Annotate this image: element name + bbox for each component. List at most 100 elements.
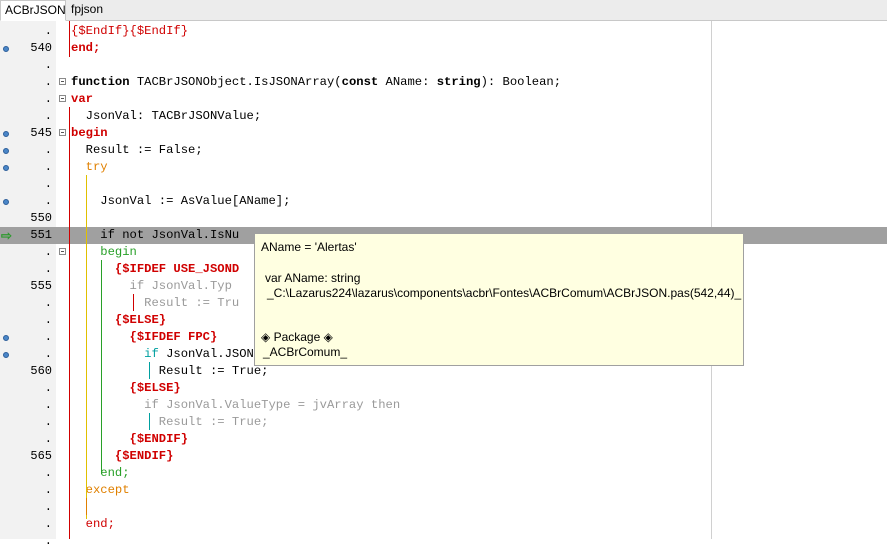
line-number: . [44,24,52,38]
code-text[interactable]: Result := False; [71,142,203,159]
code-text[interactable]: var [71,91,93,108]
code-token: ): Boolean; [480,75,562,89]
fold-toggle-inner-begin[interactable] [59,248,66,255]
code-line[interactable]: 545 begin [0,125,887,142]
code-text[interactable]: begin [71,244,137,261]
editor-tab-bar: ACBrJSON fpjson [0,0,887,21]
fold-toggle-function[interactable] [59,78,66,85]
line-number: 555 [30,279,52,293]
code-line[interactable]: . function TACBrJSONObject.IsJSONArray(co… [0,74,887,91]
breakpoint-bullet-icon[interactable] [3,46,9,52]
line-number: . [44,245,52,259]
debug-hint-tooltip: AName = 'Alertas' var AName: string _C:\… [254,233,744,366]
block-line-var [69,107,70,141]
code-text[interactable]: JsonVal: TACBrJSONValue; [71,108,262,125]
block-line-inner-begin [101,260,102,474]
code-text[interactable]: {$EndIf}{$EndIf} [71,23,188,40]
hint-package-link[interactable]: _ACBrComum_ [263,345,347,359]
hint-value: AName = 'Alertas' [261,240,357,254]
code-text[interactable]: if JsonVal.Typ [71,278,232,295]
line-number: . [44,313,52,327]
block-line-except [86,498,87,515]
line-number: . [44,75,52,89]
code-line[interactable]: . end; [0,465,887,482]
line-number: . [44,92,52,106]
code-token: begin [71,126,108,140]
code-line[interactable]: . Result := True; [0,414,887,431]
code-token: TACBrJSONObject.IsJSONArray( [129,75,342,89]
hint-source-path-link[interactable]: _C:\Lazarus224\lazarus\components\acbr\F… [267,286,741,300]
code-token: try [71,160,108,174]
code-text[interactable]: end; [71,40,100,57]
breakpoint-bullet-icon[interactable] [3,131,9,137]
fold-toggle-begin[interactable] [59,129,66,136]
breakpoint-bullet-icon[interactable] [3,335,9,341]
code-text[interactable]: Result := Tru [71,295,239,312]
code-line[interactable]: . {$ELSE} [0,380,887,397]
block-line-if-else [149,413,150,430]
code-text[interactable]: {$ELSE} [71,380,181,397]
code-line[interactable]: . JsonVal := AsValue[AName]; [0,193,887,210]
code-line[interactable]: . if JsonVal.ValueType = jvArray then [0,397,887,414]
code-token: {$ELSE} [71,381,181,395]
code-text[interactable]: begin [71,125,108,142]
breakpoint-bullet-icon[interactable] [3,352,9,358]
source-editor[interactable]: . {$EndIf}{$EndIf} 540 end;.. function TACBr… [0,21,887,548]
line-number: . [44,109,52,123]
code-line[interactable]: . var [0,91,887,108]
fold-toggle-var[interactable] [59,95,66,102]
code-line[interactable]: . [0,176,887,193]
code-token: if not JsonVal.IsNu [71,228,240,242]
code-token: then [370,398,401,412]
code-line[interactable]: 540 end; [0,40,887,57]
code-text[interactable]: function TACBrJSONObject.IsJSONArray(con… [71,74,561,91]
code-text[interactable]: if not JsonVal.IsNu [71,227,239,244]
code-token: Result := False; [71,143,203,157]
breakpoint-bullet-icon[interactable] [3,199,9,205]
line-number: . [44,432,52,446]
code-text[interactable]: JsonVal := AsValue[AName]; [71,193,290,210]
breakpoint-bullet-icon[interactable] [3,148,9,154]
code-line[interactable]: . [0,499,887,516]
code-text[interactable]: {$IFDEF USE_JSOND [71,261,239,278]
line-number: 565 [30,449,52,463]
code-text[interactable]: {$IFDEF FPC} [71,329,218,346]
line-number: . [44,466,52,480]
code-token: if JsonVal.Typ [71,279,232,293]
breakpoint-bullet-icon[interactable] [3,165,9,171]
block-line-if-fpc [149,362,150,379]
code-text[interactable]: end; [71,516,115,533]
tab-acbrjson[interactable]: ACBrJSON [0,0,66,21]
line-number: . [44,177,52,191]
line-number: . [44,381,52,395]
code-line[interactable]: . JsonVal: TACBrJSONValue; [0,108,887,125]
code-text[interactable]: {$ENDIF} [71,431,189,448]
code-line[interactable]: 550 [0,210,887,227]
code-line[interactable]: . except [0,482,887,499]
line-number: . [44,534,52,548]
code-line[interactable]: . end; [0,516,887,533]
code-line[interactable]: . {$EndIf}{$EndIf} [0,23,887,40]
code-line[interactable]: . [0,533,887,550]
code-token: function [71,75,130,89]
code-token: except [71,483,130,497]
code-text[interactable]: try [71,159,108,176]
execution-point-arrow-icon: ⇨ [1,228,12,243]
code-token: end; [71,517,115,531]
code-line[interactable]: . [0,57,887,74]
line-number: . [44,500,52,514]
code-token: JsonVal := AsValue[AName]; [71,194,291,208]
line-number: . [44,296,52,310]
tab-fpjson[interactable]: fpjson [67,0,112,20]
block-line-if [133,294,134,311]
code-line[interactable]: . Result := False; [0,142,887,159]
code-token: {$ENDIF} [71,432,189,446]
code-text[interactable]: except [71,482,130,499]
code-line[interactable]: 565 {$ENDIF} [0,448,887,465]
code-line[interactable]: . {$ENDIF} [0,431,887,448]
code-line[interactable]: . try [0,159,887,176]
code-token: string [436,75,481,89]
line-number: . [44,262,52,276]
code-token: Result := Tru [71,296,240,310]
code-text[interactable]: if JsonVal.ValueType = jvArray then [71,397,400,414]
